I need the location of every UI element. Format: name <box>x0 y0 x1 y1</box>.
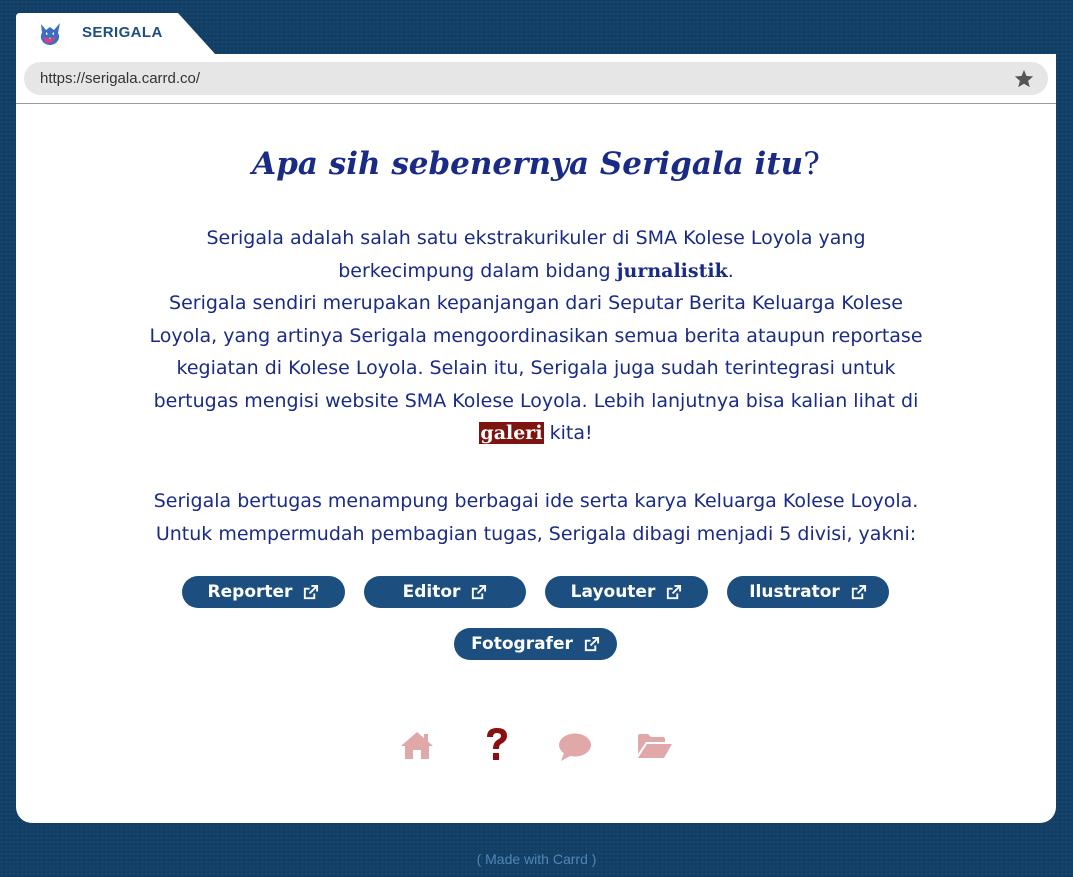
browser-window: https://serigala.carrd.co/ Apa sih seben… <box>16 54 1056 823</box>
heading-question-mark: ? <box>803 146 820 182</box>
comment-icon[interactable] <box>558 732 592 762</box>
address-divider <box>16 103 1056 104</box>
external-link-icon <box>584 636 599 651</box>
ilustrator-label: Ilustrator <box>749 582 840 602</box>
external-link-icon <box>304 584 319 599</box>
intro-text-2: Serigala sendiri merupakan kepanjangan d… <box>149 292 923 412</box>
wolf-logo-icon <box>40 23 60 45</box>
reporter-label: Reporter <box>207 582 293 602</box>
address-bar[interactable]: https://serigala.carrd.co/ <box>24 62 1048 95</box>
intro-paragraph: Serigala adalah salah satu ekstrakurikul… <box>146 222 926 450</box>
url-text[interactable]: https://serigala.carrd.co/ <box>40 70 200 87</box>
intro-text-2-end: kita! <box>543 422 593 444</box>
jurnalistik-text: jurnalistik <box>616 259 728 282</box>
external-link-icon <box>851 584 866 599</box>
fotografer-button[interactable]: Fotografer <box>454 628 617 660</box>
external-link-icon <box>472 584 487 599</box>
reporter-button[interactable]: Reporter <box>182 576 345 608</box>
page-heading: Apa sih sebenernya Serigala itu? <box>16 146 1056 182</box>
heading-text: Apa sih sebenernya Serigala itu <box>252 146 804 182</box>
made-with-carrd[interactable]: ( Made with Carrd ) <box>0 851 1073 867</box>
galeri-link[interactable]: galeri <box>479 422 544 444</box>
folder-open-icon[interactable] <box>637 733 673 759</box>
external-link-icon <box>667 584 682 599</box>
tab-title: SERIGALA <box>82 24 163 41</box>
editor-label: Editor <box>402 582 461 602</box>
intro-text-1-end: . <box>727 259 734 282</box>
home-icon[interactable] <box>400 730 434 760</box>
editor-button[interactable]: Editor <box>364 576 526 608</box>
fotografer-label: Fotografer <box>471 634 573 654</box>
division-paragraph: Serigala bertugas menampung berbagai ide… <box>153 490 919 545</box>
layouter-label: Layouter <box>570 582 656 602</box>
star-icon[interactable] <box>1014 69 1034 88</box>
question-icon[interactable] <box>485 727 509 763</box>
layouter-button[interactable]: Layouter <box>545 576 708 608</box>
browser-tab[interactable]: SERIGALA <box>16 13 216 55</box>
ilustrator-button[interactable]: Ilustrator <box>727 576 889 608</box>
intro-text-1: Serigala adalah salah satu ekstrakurikul… <box>206 227 866 282</box>
